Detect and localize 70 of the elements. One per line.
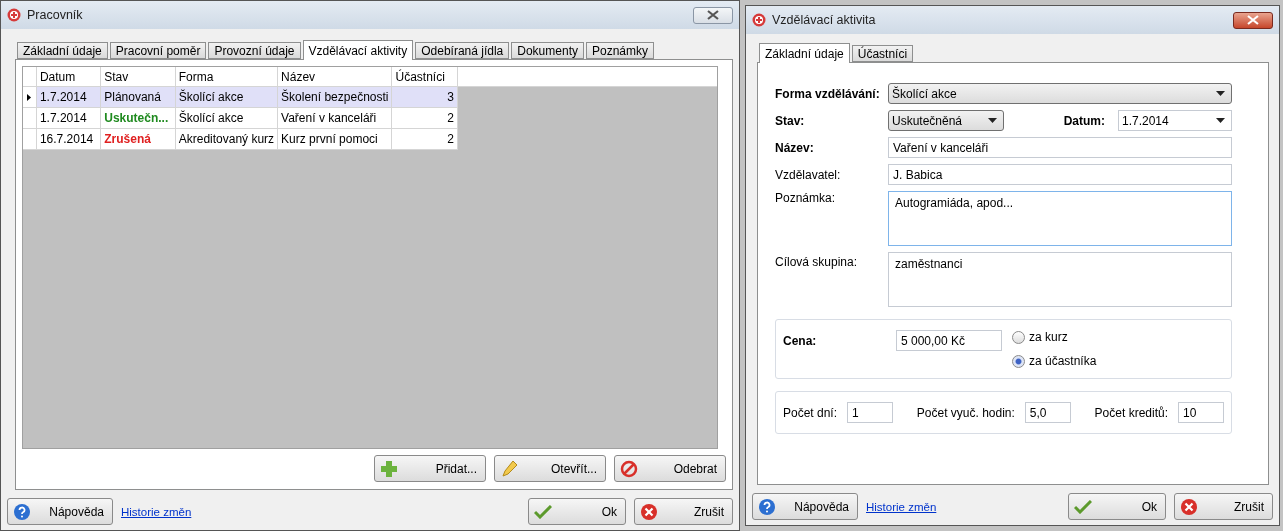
field-label: Cena:: [783, 334, 818, 348]
count-field[interactable]: 5,0: [1024, 402, 1071, 423]
field-label: Stav:: [775, 113, 806, 128]
ok-button[interactable]: Ok: [528, 498, 626, 525]
count-field[interactable]: 1: [847, 402, 894, 423]
cancel-button[interactable]: Zrušit: [634, 498, 733, 525]
pencil-icon: [500, 459, 518, 478]
tab[interactable]: Základní údaje: [17, 42, 108, 59]
checkmark-icon: [1074, 499, 1092, 514]
field-label: Počet vyuč. hodin:: [916, 405, 1015, 420]
caret-icon: [1216, 118, 1225, 123]
column-header[interactable]: Forma: [175, 67, 278, 87]
action-button[interactable]: Odebrat: [614, 455, 726, 482]
tab[interactable]: Poznámky: [586, 42, 654, 59]
row-pointer-icon: [27, 94, 32, 101]
field-label: Počet kreditů:: [1094, 405, 1168, 420]
target-group-field[interactable]: zaměstnanci: [888, 252, 1232, 307]
form-dropdown[interactable]: Školící akce: [888, 83, 1232, 104]
help-button[interactable]: Nápověda: [7, 498, 113, 525]
column-header[interactable]: Název: [277, 67, 392, 87]
field-label: Forma vzdělávání:: [775, 86, 881, 101]
action-button[interactable]: Otevřít...: [494, 455, 606, 482]
help-icon: [758, 497, 776, 516]
checkmark-icon: [534, 504, 552, 519]
window-title: Pracovník: [27, 8, 84, 22]
help-icon: [13, 502, 31, 521]
cancel-button[interactable]: Zrušit: [1174, 493, 1273, 520]
close-icon: [707, 10, 719, 20]
action-button[interactable]: Přidat...: [374, 455, 486, 482]
tab[interactable]: Základní údaje: [759, 43, 850, 63]
price-field[interactable]: 5 000,00 Kč: [896, 330, 1002, 351]
tab[interactable]: Odebíraná jídla: [415, 42, 510, 59]
tab[interactable]: Dokumenty: [511, 42, 584, 59]
ok-button[interactable]: Ok: [1068, 493, 1166, 520]
field-label: Datum:: [1063, 113, 1105, 128]
close-button[interactable]: [693, 6, 733, 24]
help-button[interactable]: Nápověda: [752, 493, 858, 520]
status-dropdown[interactable]: Uskutečněná: [888, 110, 1004, 131]
field-label: Počet dní:: [783, 405, 838, 420]
field-label: Vzdělavatel:: [775, 167, 842, 182]
field-label: Název:: [775, 140, 815, 155]
cancel-icon: [1180, 497, 1198, 516]
window-title: Vzdělávací aktivita: [772, 13, 877, 27]
caret-icon: [1216, 91, 1225, 96]
radio-option[interactable]: za účastníka: [1012, 354, 1097, 368]
tab[interactable]: Účastníci: [851, 45, 914, 62]
close-icon: [1247, 15, 1259, 25]
count-field[interactable]: 10: [1178, 402, 1224, 423]
tab[interactable]: Pracovní poměr: [109, 42, 207, 59]
plus-icon: [380, 459, 398, 478]
tab[interactable]: Vzdělávací aktivity: [302, 40, 414, 60]
no-entry-icon: [620, 459, 638, 478]
field-label: Cílová skupina:: [775, 255, 859, 269]
radio-option[interactable]: za kurz: [1012, 330, 1097, 344]
teacher-field[interactable]: J. Babica: [888, 164, 1232, 185]
cancel-icon: [640, 502, 658, 521]
date-picker[interactable]: 1.7.2014: [1118, 110, 1232, 131]
history-link[interactable]: Historie změn: [121, 505, 192, 518]
column-header[interactable]: Účastníci: [392, 67, 458, 87]
column-header[interactable]: Stav: [100, 67, 176, 87]
history-link[interactable]: Historie změn: [866, 500, 937, 513]
name-field[interactable]: Vaření v kanceláři: [888, 137, 1232, 158]
close-button[interactable]: [1233, 11, 1273, 29]
tab[interactable]: Provozní údaje: [208, 42, 301, 59]
caret-icon: [988, 118, 997, 123]
field-label: Poznámka:: [775, 191, 837, 205]
note-field[interactable]: Autogramiáda, apod...: [888, 191, 1232, 246]
app-icon: [752, 13, 766, 27]
app-icon: [7, 8, 21, 22]
column-header[interactable]: Datum: [36, 67, 101, 87]
